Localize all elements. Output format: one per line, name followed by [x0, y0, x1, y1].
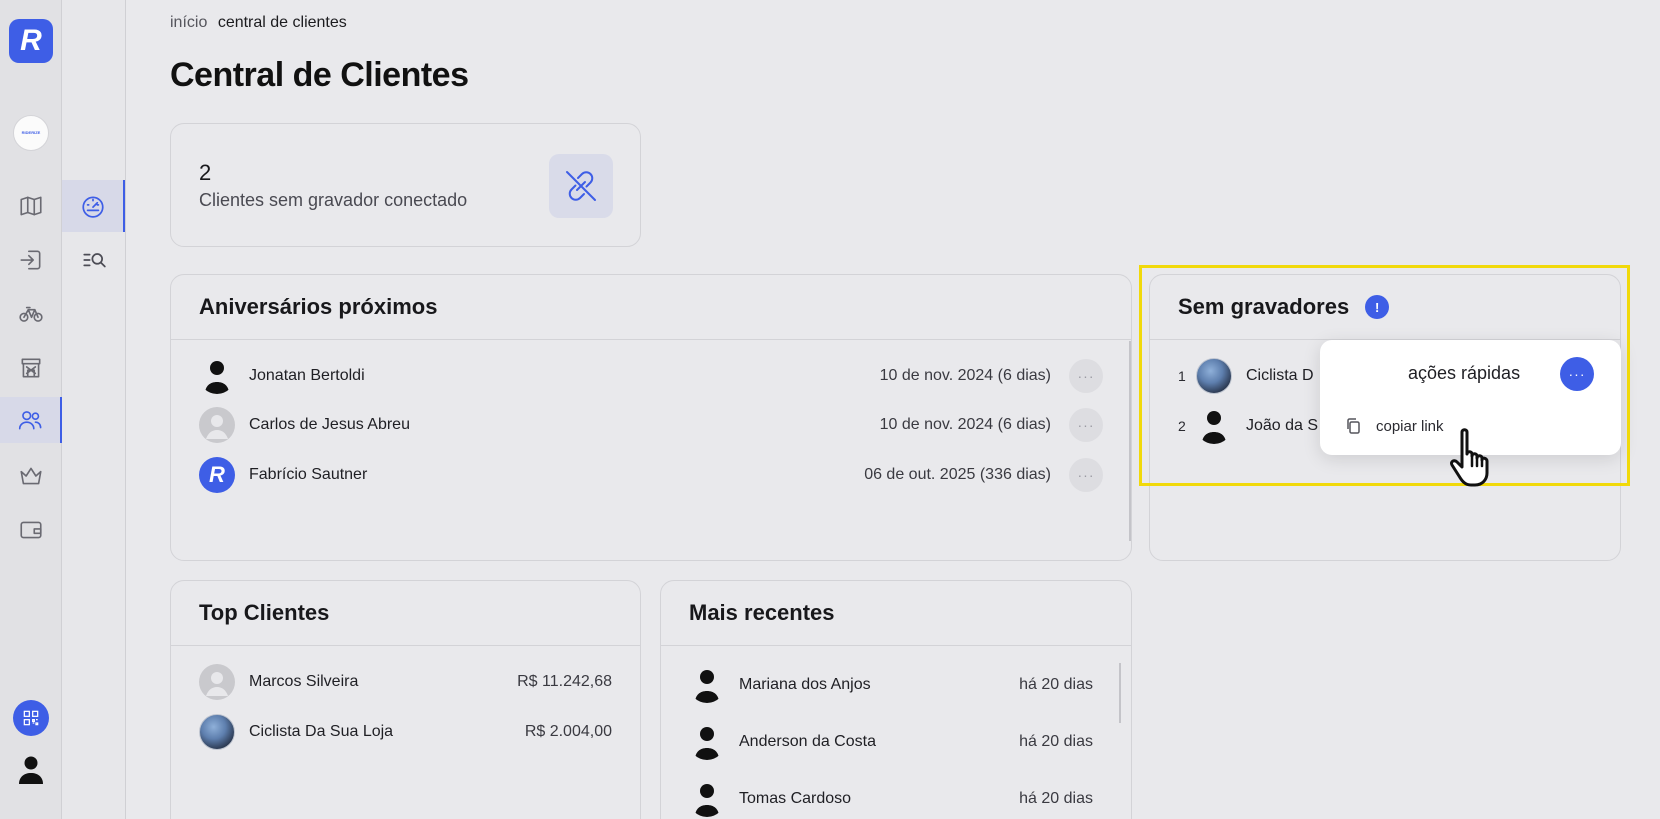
stat-card-no-recorder: 2 Clientes sem gravador conectado: [170, 123, 641, 247]
main-nav-rail: R RIDERIZE: [0, 0, 62, 819]
client-name: Anderson da Costa: [739, 733, 876, 750]
nav-login[interactable]: [0, 237, 62, 283]
upcoming-birthdays-card: Aniversários próximos Jonatan Bertoldi 1…: [170, 274, 1132, 561]
joined-ago: há 20 dias: [1019, 676, 1093, 693]
unlink-icon: [566, 171, 596, 201]
client-name: Ciclista Da Sua Loja: [249, 723, 394, 740]
list-item[interactable]: Jonatan Bertoldi 10 de nov. 2024 (6 dias…: [199, 356, 1103, 396]
list-item[interactable]: Tomas Cardoso há 20 dias: [689, 779, 1093, 819]
store-avatar[interactable]: RIDERIZE: [13, 115, 49, 151]
list-item[interactable]: Marcos Silveira R$ 11.242,68: [199, 662, 612, 702]
subnav-dashboard[interactable]: [62, 180, 125, 232]
joined-ago: há 20 dias: [1019, 733, 1093, 750]
person-avatar-icon: [695, 670, 719, 703]
copy-icon: [1347, 418, 1360, 434]
login-icon: [20, 250, 41, 270]
breadcrumb-current: central de clientes: [217, 14, 347, 31]
card-title: Sem gravadores: [1178, 294, 1350, 319]
person-avatar-icon: [695, 727, 719, 760]
row-index: 2: [1178, 418, 1186, 434]
user-profile-icon[interactable]: [16, 754, 46, 784]
copy-link-menu-item[interactable]: copiar link: [1344, 417, 1444, 435]
nav-map[interactable]: [0, 183, 62, 229]
bicycle-icon: [19, 306, 43, 322]
cyclist-photo-avatar: [1196, 358, 1232, 394]
map-icon: [20, 196, 42, 216]
nav-wallet[interactable]: [0, 507, 62, 553]
birthday-date: 06 de out. 2025 (336 dias): [864, 466, 1051, 483]
quick-actions-button[interactable]: ···: [1560, 357, 1594, 391]
client-name: Jonatan Bertoldi: [249, 367, 365, 384]
scrollbar[interactable]: [1119, 663, 1121, 723]
list-item[interactable]: Ciclista Da Sua Loja R$ 2.004,00: [199, 712, 612, 752]
info-badge[interactable]: !: [1365, 295, 1390, 319]
default-avatar-icon: [199, 407, 235, 443]
page-title: Central de Clientes: [170, 56, 469, 94]
scrollbar[interactable]: [1129, 341, 1131, 541]
row-more-button[interactable]: ···: [1069, 458, 1103, 492]
person-avatar-icon: [1202, 411, 1226, 444]
row-more-button[interactable]: ···: [1069, 359, 1103, 393]
birthday-date: 10 de nov. 2024 (6 dias): [879, 367, 1051, 384]
client-name: Carlos de Jesus Abreu: [249, 416, 410, 433]
list-item[interactable]: R Fabrício Sautner 06 de out. 2025 (336 …: [199, 455, 1103, 495]
nav-store[interactable]: [0, 345, 62, 391]
hand-pointer-cursor-icon: [1450, 428, 1489, 487]
popover-title: ações rápidas: [1408, 363, 1521, 383]
card-title: Top Clientes: [199, 600, 330, 625]
row-more-button[interactable]: ···: [1069, 408, 1103, 442]
person-avatar-icon: [695, 784, 719, 817]
client-value: R$ 11.242,68: [517, 673, 612, 690]
crown-icon: [20, 467, 42, 485]
cyclist-photo-avatar: [199, 714, 235, 750]
nav-premium[interactable]: [0, 453, 62, 499]
nav-clients[interactable]: [0, 397, 62, 443]
wallet-icon: [20, 521, 42, 539]
nav-bikes[interactable]: [0, 291, 62, 337]
card-title: Mais recentes: [689, 600, 835, 625]
row-index: 1: [1178, 368, 1186, 384]
default-avatar-icon: [199, 664, 235, 700]
card-title: Aniversários próximos: [199, 294, 438, 319]
top-clients-card: Top Clientes Marcos Silveira R$ 11.242,6…: [170, 580, 641, 819]
breadcrumb: início central de clientes: [170, 14, 347, 32]
copy-link-label: copiar link: [1376, 417, 1444, 435]
client-name: Marcos Silveira: [249, 673, 359, 690]
list-item[interactable]: Anderson da Costa há 20 dias: [689, 722, 1093, 762]
client-value: R$ 2.004,00: [524, 723, 612, 740]
secondary-nav: [62, 0, 126, 819]
qr-code-button[interactable]: [13, 700, 49, 736]
list-search-icon: [82, 253, 106, 268]
person-avatar-icon: [205, 361, 229, 394]
recent-clients-card: Mais recentes Mariana dos Anjos há 20 di…: [660, 580, 1132, 819]
breadcrumb-home[interactable]: início: [170, 14, 207, 31]
list-item[interactable]: Carlos de Jesus Abreu 10 de nov. 2024 (6…: [199, 405, 1103, 445]
dashboard-gauge-icon: [81, 196, 104, 218]
joined-ago: há 20 dias: [1019, 790, 1093, 807]
list-item[interactable]: Mariana dos Anjos há 20 dias: [689, 665, 1093, 705]
client-name: Fabrício Sautner: [249, 466, 368, 483]
stat-label: Clientes sem gravador conectado: [199, 190, 468, 210]
stat-icon-box: [549, 154, 613, 218]
subnav-search-list[interactable]: [62, 234, 125, 286]
brand-avatar: R: [199, 457, 235, 493]
app-logo[interactable]: R: [9, 19, 53, 63]
stat-value: 2: [199, 160, 212, 185]
client-name: Tomas Cardoso: [739, 790, 852, 807]
users-icon: [18, 411, 42, 430]
qr-code-icon: [23, 710, 39, 726]
birthday-date: 10 de nov. 2024 (6 dias): [879, 416, 1051, 433]
store-icon: [21, 358, 41, 378]
client-name: Mariana dos Anjos: [739, 676, 871, 693]
